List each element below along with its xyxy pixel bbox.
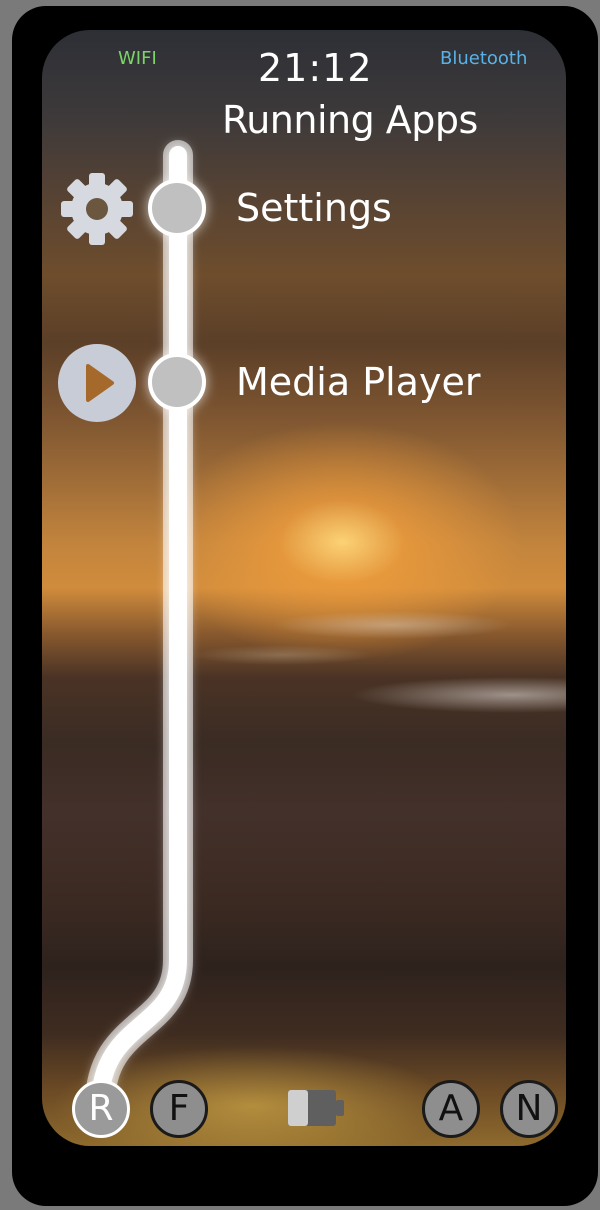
- play-icon[interactable]: [56, 342, 138, 424]
- timeline-node-settings[interactable]: [148, 179, 206, 237]
- app-label-settings[interactable]: Settings: [236, 186, 392, 230]
- timeline-node-media-player[interactable]: [148, 353, 206, 411]
- battery-icon: [288, 1090, 344, 1126]
- a-button[interactable]: A: [422, 1080, 480, 1138]
- gear-icon[interactable]: [56, 168, 138, 250]
- app-label-media-player[interactable]: Media Player: [236, 360, 480, 404]
- r-button[interactable]: R: [72, 1080, 130, 1138]
- f-button[interactable]: F: [150, 1080, 208, 1138]
- n-button[interactable]: N: [500, 1080, 558, 1138]
